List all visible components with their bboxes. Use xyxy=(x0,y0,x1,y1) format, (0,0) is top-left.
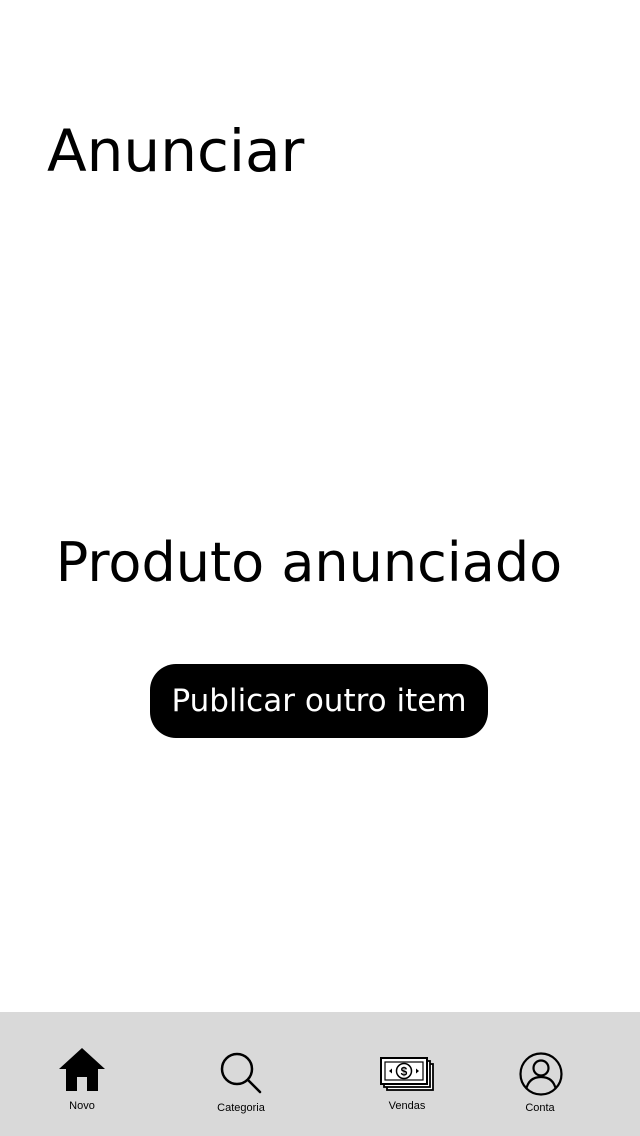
nav-item-vendas[interactable]: $ Vendas xyxy=(367,1012,447,1136)
nav-label-novo: Novo xyxy=(69,1100,95,1112)
nav-item-categoria[interactable]: Categoria xyxy=(201,1012,281,1136)
nav-item-conta[interactable]: Conta xyxy=(500,1012,580,1136)
success-message: Produto anunciado xyxy=(55,531,563,594)
nav-label-conta: Conta xyxy=(525,1102,555,1114)
nav-label-categoria: Categoria xyxy=(217,1102,265,1114)
page-title: Anunciar xyxy=(47,117,305,185)
bottom-navigation-bar: Novo Categoria $ Vendas Conta xyxy=(0,1012,640,1136)
search-icon xyxy=(220,1052,262,1094)
publish-another-item-button[interactable]: Publicar outro item xyxy=(150,664,488,738)
user-icon xyxy=(519,1052,563,1096)
nav-item-novo[interactable]: Novo xyxy=(42,1012,122,1136)
money-icon: $ xyxy=(380,1057,434,1091)
home-icon xyxy=(59,1048,105,1091)
svg-text:$: $ xyxy=(401,1065,408,1079)
nav-label-vendas: Vendas xyxy=(388,1100,426,1112)
